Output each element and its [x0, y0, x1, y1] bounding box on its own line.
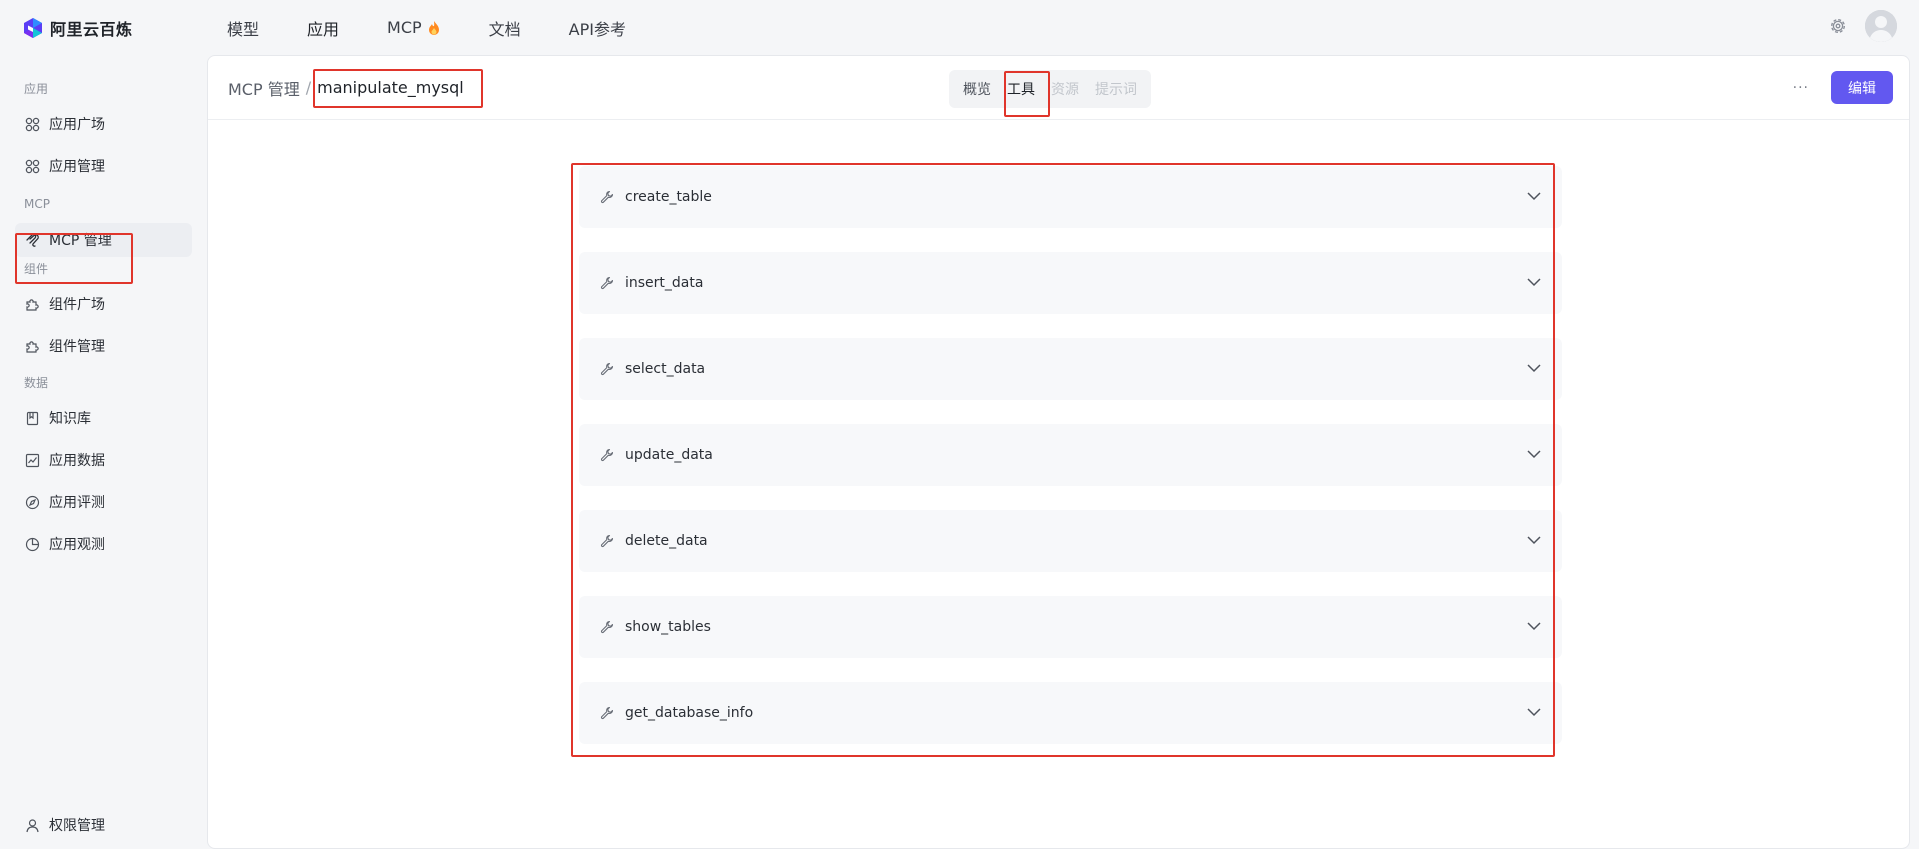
brand-logo-icon: [24, 17, 42, 38]
sidebar-section-mcp: MCP: [24, 197, 50, 211]
sidebar-item-label: 应用评测: [49, 495, 105, 511]
sidebar-item-app-data[interactable]: 应用数据: [15, 443, 192, 477]
tool-row-create-table[interactable]: create_table: [579, 166, 1562, 228]
topnav-docs[interactable]: 文档: [489, 16, 521, 40]
tool-row-delete-data[interactable]: delete_data: [579, 510, 1562, 572]
tool-list: create_table insert_data select_data upd…: [579, 166, 1562, 768]
topnav-apps[interactable]: 应用: [307, 16, 339, 40]
tool-name: select_data: [625, 361, 706, 377]
sidebar-item-label: 应用观测: [49, 537, 105, 553]
breadcrumb-current: manipulate_mysql: [317, 78, 464, 97]
wrench-icon: [600, 448, 614, 462]
topnav-mcp[interactable]: MCP: [387, 18, 441, 37]
wrench-icon: [600, 620, 614, 634]
chart-line-icon: [25, 453, 40, 467]
breadcrumb-separator: /: [305, 78, 312, 97]
tool-row-insert-data[interactable]: insert_data: [579, 252, 1562, 314]
sidebar-item-label: 权限管理: [49, 818, 105, 834]
mcp-icon: [26, 233, 39, 247]
chevron-down-icon: [1527, 536, 1541, 545]
user-icon: [26, 818, 39, 832]
topnav-api-reference[interactable]: API参考: [569, 16, 626, 40]
sidebar-item-app-square[interactable]: 应用广场: [15, 107, 192, 141]
sidebar-item-permission[interactable]: 权限管理: [15, 808, 192, 842]
sidebar-item-app-manage[interactable]: 应用管理: [15, 149, 192, 183]
fire-icon: [428, 20, 439, 35]
more-icon[interactable]: ···: [1793, 80, 1809, 96]
main-header: MCP 管理 / manipulate_mysql 概览 工具 资源 提示词 ·…: [208, 56, 1909, 120]
brand-name: 阿里云百炼: [50, 19, 133, 39]
sidebar-item-label: 应用管理: [49, 159, 105, 175]
tab-overview[interactable]: 概览: [955, 74, 999, 104]
apps-grid-icon: [25, 117, 40, 131]
tab-bar: 概览 工具 资源 提示词: [949, 70, 1151, 108]
main-panel: MCP 管理 / manipulate_mysql 概览 工具 资源 提示词 ·…: [207, 55, 1910, 849]
book-icon: [26, 411, 39, 425]
wrench-icon: [600, 534, 614, 548]
chevron-down-icon: [1527, 622, 1541, 631]
sidebar-item-label: MCP 管理: [49, 233, 112, 249]
edit-button[interactable]: 编辑: [1831, 71, 1893, 104]
chevron-down-icon: [1527, 364, 1541, 373]
chevron-down-icon: [1527, 278, 1541, 287]
user-avatar-icon: [1865, 10, 1897, 42]
tool-row-update-data[interactable]: update_data: [579, 424, 1562, 486]
sidebar-item-app-observe[interactable]: 应用观测: [15, 527, 192, 561]
topnav-models[interactable]: 模型: [227, 16, 259, 40]
brand[interactable]: 阿里云百炼: [22, 16, 227, 40]
sidebar-item-knowledge-base[interactable]: 知识库: [15, 401, 192, 435]
breadcrumb: MCP 管理 / manipulate_mysql: [228, 76, 464, 100]
tool-name: get_database_info: [625, 705, 754, 721]
pie-chart-icon: [25, 537, 40, 551]
apps-grid-icon: [25, 159, 40, 173]
sidebar-item-label: 组件管理: [49, 339, 105, 355]
sidebar-section-component: 组件: [24, 261, 49, 276]
tool-name: update_data: [625, 447, 713, 463]
puzzle-icon: [26, 298, 39, 311]
breadcrumb-parent[interactable]: MCP 管理: [228, 76, 300, 100]
wrench-icon: [600, 190, 614, 204]
sidebar-item-label: 应用数据: [49, 453, 105, 469]
tool-name: delete_data: [625, 533, 708, 549]
tool-name: show_tables: [625, 619, 711, 635]
top-nav: 模型 应用 MCP 文档 API参考: [227, 16, 674, 40]
tool-name: create_table: [625, 189, 712, 205]
sidebar-item-app-evaluation[interactable]: 应用评测: [15, 485, 192, 519]
chevron-down-icon: [1527, 192, 1541, 201]
tool-name: insert_data: [625, 275, 704, 291]
wrench-icon: [600, 276, 614, 290]
tab-prompts[interactable]: 提示词: [1087, 74, 1145, 104]
topnav-mcp-label: MCP: [387, 18, 422, 37]
sidebar: 应用 应用广场 应用管理 MCP MCP 管理 组件 组件广场 组件管理 数据 …: [0, 55, 207, 849]
tab-resources[interactable]: 资源: [1043, 74, 1087, 104]
sidebar-item-mcp-manage[interactable]: MCP 管理: [15, 223, 192, 257]
sidebar-item-component-manage[interactable]: 组件管理: [15, 329, 192, 363]
sidebar-bottom: 权限管理: [15, 808, 192, 842]
avatar[interactable]: [1865, 10, 1897, 42]
sidebar-section-data: 数据: [24, 375, 49, 390]
tool-row-select-data[interactable]: select_data: [579, 338, 1562, 400]
compass-icon: [25, 495, 40, 509]
sidebar-item-label: 组件广场: [49, 297, 105, 313]
chevron-down-icon: [1527, 450, 1541, 459]
chevron-down-icon: [1527, 708, 1541, 717]
tool-row-show-tables[interactable]: show_tables: [579, 596, 1562, 658]
gear-icon[interactable]: [1829, 17, 1847, 35]
tool-row-get-database-info[interactable]: get_database_info: [579, 682, 1562, 744]
wrench-icon: [600, 362, 614, 376]
puzzle-icon: [26, 340, 39, 353]
tab-tools[interactable]: 工具: [999, 74, 1043, 104]
sidebar-section-app: 应用: [24, 81, 49, 96]
sidebar-item-label: 应用广场: [49, 117, 105, 133]
top-bar: 阿里云百炼 模型 应用 MCP 文档 API参考: [0, 0, 1919, 55]
wrench-icon: [600, 706, 614, 720]
sidebar-item-component-square[interactable]: 组件广场: [15, 287, 192, 321]
sidebar-item-label: 知识库: [49, 411, 91, 427]
